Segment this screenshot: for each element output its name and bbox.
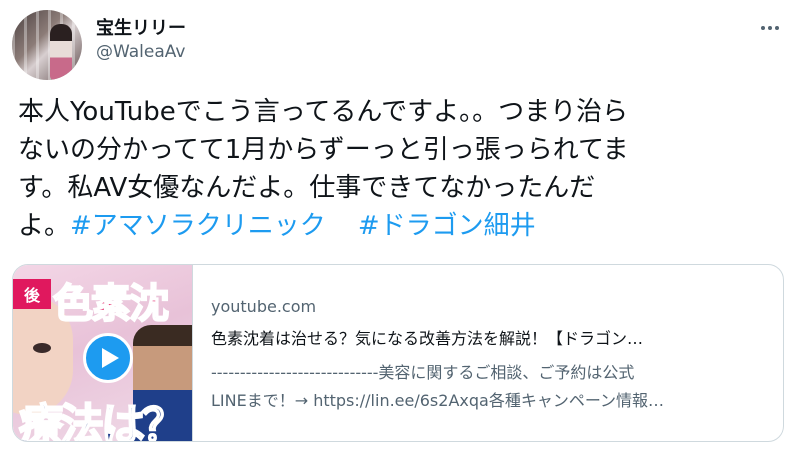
card-domain: youtube.com [211, 297, 317, 316]
avatar-figure [50, 24, 72, 80]
display-name[interactable]: 宝生リリー [96, 14, 186, 40]
card-description-line-2: LINEまで！→ https://lin.ee/6s2Axqa各種キャンペーン情… [211, 391, 665, 410]
card-title: 色素沈着は治せる？気になる改善方法を解説！【ドラゴン… [211, 329, 644, 348]
tweet-line-4-text: よ。 [18, 211, 71, 241]
hashtag-link[interactable]: #ドラゴン細井 [358, 211, 536, 241]
thumbnail-eye [33, 343, 51, 353]
avatar[interactable] [12, 10, 82, 80]
card-description: -----------------------------美容に関するご相談、ご… [211, 359, 771, 415]
tweet-line-2: ないの分かってて1月からずーっと引っ張っられてま [18, 135, 629, 165]
thumbnail-caption: 療法は？ [18, 399, 187, 442]
tweet-line-4: よ。#アマソラクリニック #ドラゴン細井 [18, 207, 788, 245]
play-icon[interactable] [83, 333, 133, 383]
card-description-line-1: -----------------------------美容に関するご相談、ご… [211, 363, 635, 382]
link-card[interactable]: 後 色素沈 療法は？ youtube.com 色素沈着は治せる？気になる改善方法… [12, 264, 784, 442]
thumbnail-badge: 後 [13, 279, 51, 309]
card-thumbnail[interactable]: 後 色素沈 療法は？ [13, 265, 193, 442]
tweet-line-3: す。私AV女優なんだよ。仕事できてなかったんだ [18, 173, 596, 203]
tweet-text: 本人YouTubeでこう言ってるんですよ。。つまり治ら ないの分かってて1月から… [18, 93, 788, 245]
user-handle[interactable]: @WaleaAv [96, 42, 185, 62]
thumbnail-heading: 色素沈 [52, 280, 170, 328]
tweet-line-1: 本人YouTubeでこう言ってるんですよ。。つまり治ら [18, 97, 629, 127]
hashtag-link[interactable]: #アマソラクリニック [70, 211, 326, 241]
more-horizontal-icon[interactable] [758, 16, 782, 40]
